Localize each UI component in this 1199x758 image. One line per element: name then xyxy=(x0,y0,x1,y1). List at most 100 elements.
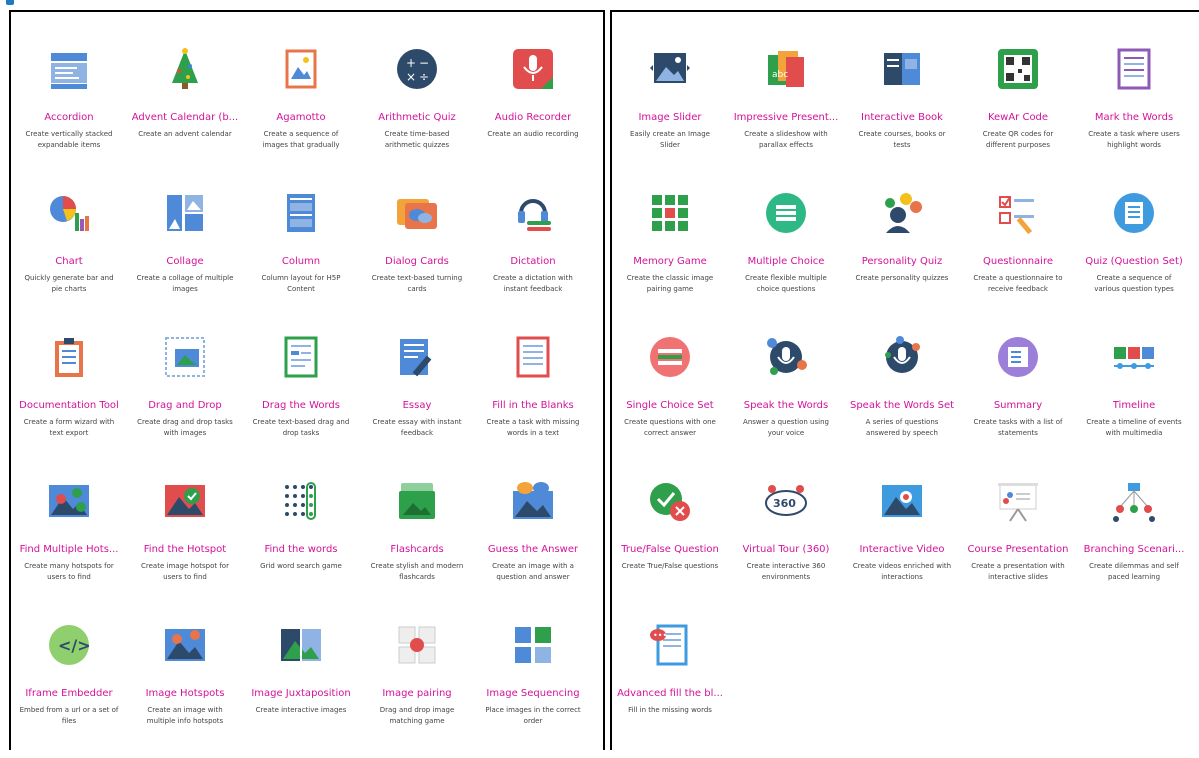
content-type-title[interactable]: Multiple Choice xyxy=(748,256,825,268)
content-type-title[interactable]: Speak the Words xyxy=(744,400,828,412)
content-type-description: Create text-based drag and drop tasks xyxy=(252,418,350,437)
content-type-tile[interactable]: Image Juxtaposition Create interactive im… xyxy=(243,614,359,758)
content-type-title[interactable]: Interactive Video xyxy=(859,544,944,556)
content-type-tile[interactable]: Agamotto Create a sequence of images that… xyxy=(243,38,359,182)
content-type-tile[interactable]: Memory Game Create the classic image pair… xyxy=(612,182,728,326)
content-type-tile[interactable]: Flashcards Create stylish and modern flas… xyxy=(359,470,475,614)
content-type-title[interactable]: Advent Calendar (b... xyxy=(132,112,238,124)
content-type-title[interactable]: Single Choice Set xyxy=(626,400,713,412)
content-type-tile[interactable]: Documentation Tool Create a form wizard w… xyxy=(11,326,127,470)
content-type-title[interactable]: Advanced fill the bl... xyxy=(617,688,723,700)
content-type-tile[interactable]: Accordion Create vertically stacked expan… xyxy=(11,38,127,182)
content-type-tile[interactable]: Find Multiple Hots... Create many hotspot… xyxy=(11,470,127,614)
content-type-title[interactable]: Guess the Answer xyxy=(488,544,578,556)
content-type-title[interactable]: KewAr Code xyxy=(988,112,1048,124)
content-type-title[interactable]: Drag and Drop xyxy=(148,400,222,412)
content-type-tile[interactable]: Column Column layout for H5P Content xyxy=(243,182,359,326)
content-type-tile[interactable]: KewAr Code Create QR codes for different … xyxy=(960,38,1076,182)
impressive-presentation-icon: abc xyxy=(761,44,811,94)
content-type-tile[interactable]: Personality Quiz Create personality quizz… xyxy=(844,182,960,326)
content-type-title[interactable]: Memory Game xyxy=(633,256,707,268)
content-type-tile[interactable]: Summary Create tasks with a list of state… xyxy=(960,326,1076,470)
content-type-tile[interactable]: Fill in the Blanks Create a task with mis… xyxy=(475,326,591,470)
content-type-description: Create a task where users highlight word… xyxy=(1088,130,1180,149)
content-type-title[interactable]: Image Hotspots xyxy=(146,688,225,700)
content-type-title[interactable]: Dialog Cards xyxy=(385,256,449,268)
speak-the-words-icon xyxy=(761,332,811,382)
content-type-description: Create QR codes for different purposes xyxy=(982,130,1054,149)
content-type-title[interactable]: Collage xyxy=(166,256,203,268)
content-type-tile[interactable]: Drag the Words Create text-based drag and… xyxy=(243,326,359,470)
content-type-title[interactable]: Speak the Words Set xyxy=(850,400,954,412)
content-type-tile[interactable]: Questionnaire Create a questionnaire to r… xyxy=(960,182,1076,326)
content-type-tile[interactable]: Image pairing Drag and drop image matchin… xyxy=(359,614,475,758)
content-type-tile[interactable]: Speak the Words Set A series of questions… xyxy=(844,326,960,470)
content-type-tile[interactable]: Dialog Cards Create text-based turning ca… xyxy=(359,182,475,326)
content-type-tile[interactable]: Speak the Words Answer a question using y… xyxy=(728,326,844,470)
content-type-title[interactable]: Image pairing xyxy=(382,688,451,700)
content-type-tile[interactable]: abc Impressive Present... Create a slidesh… xyxy=(728,38,844,182)
content-type-title[interactable]: Image Juxtaposition xyxy=(251,688,350,700)
content-type-tile[interactable]: Guess the Answer Create an image with a q… xyxy=(475,470,591,614)
content-type-title[interactable]: Course Presentation xyxy=(968,544,1069,556)
content-type-tile[interactable]: + − × ÷ Arithmetic Quiz Create time-based ari… xyxy=(359,38,475,182)
content-type-title[interactable]: Find the Hotspot xyxy=(144,544,226,556)
content-type-tile[interactable]: Interactive Book Create courses, books or… xyxy=(844,38,960,182)
content-type-title[interactable]: Fill in the Blanks xyxy=(492,400,574,412)
content-type-tile[interactable]: Image Hotspots Create an image with multi… xyxy=(127,614,243,758)
content-type-tile[interactable]: Course Presentation Create a presentation… xyxy=(960,470,1076,614)
content-type-tile[interactable]: Audio Recorder Create an audio recording xyxy=(475,38,591,182)
content-type-tile[interactable]: Mark the Words Create a task where users … xyxy=(1076,38,1192,182)
content-type-tile[interactable]: Drag and Drop Create drag and drop tasks … xyxy=(127,326,243,470)
content-type-title[interactable]: Flashcards xyxy=(390,544,443,556)
content-type-tile[interactable]: Multiple Choice Create flexible multiple … xyxy=(728,182,844,326)
content-type-title[interactable]: Documentation Tool xyxy=(19,400,119,412)
content-type-tile[interactable]: True/False Question Create True/False que… xyxy=(612,470,728,614)
content-type-title[interactable]: Personality Quiz xyxy=(862,256,943,268)
content-type-tile[interactable]: Interactive Video Create videos enriched … xyxy=(844,470,960,614)
content-type-title[interactable]: Arithmetic Quiz xyxy=(378,112,456,124)
content-type-title[interactable]: Essay xyxy=(403,400,432,412)
content-type-title[interactable]: Image Slider xyxy=(638,112,701,124)
content-type-tile[interactable]: Find the Hotspot Create image hotspot for… xyxy=(127,470,243,614)
content-type-title[interactable]: Audio Recorder xyxy=(495,112,571,124)
content-type-title[interactable]: Quiz (Question Set) xyxy=(1085,256,1183,268)
content-type-description: Create videos enriched with interactions xyxy=(852,562,952,581)
content-type-title[interactable]: Column xyxy=(282,256,320,268)
content-type-tile[interactable]: Branching Scenari... Create dilemmas and … xyxy=(1076,470,1192,614)
content-type-title[interactable]: Find the words xyxy=(264,544,337,556)
content-type-description: Create a collage of multiple images xyxy=(136,274,234,293)
content-type-tile[interactable]: Collage Create a collage of multiple imag… xyxy=(127,182,243,326)
content-type-title[interactable]: Summary xyxy=(994,400,1042,412)
content-type-tile[interactable]: </> Iframe Embedder Embed from a url or a … xyxy=(11,614,127,758)
content-type-tile[interactable]: Single Choice Set Create questions with o… xyxy=(612,326,728,470)
content-type-tile[interactable]: Image Sequencing Place images in the corr… xyxy=(475,614,591,758)
content-type-title[interactable]: Agamotto xyxy=(276,112,325,124)
content-type-title[interactable]: Impressive Present... xyxy=(734,112,839,124)
content-type-tile[interactable]: Timeline Create a timeline of events with… xyxy=(1076,326,1192,470)
content-type-tile[interactable]: Essay Create essay with instant feedback xyxy=(359,326,475,470)
content-type-tile[interactable]: 360 Virtual Tour (360) Create interactive … xyxy=(728,470,844,614)
content-type-tile[interactable]: ••• Advanced fill the bl... Fill in the mi… xyxy=(612,614,728,758)
content-type-tile[interactable]: Quiz (Question Set) Create a sequence of … xyxy=(1076,182,1192,326)
content-type-title[interactable]: Mark the Words xyxy=(1095,112,1173,124)
content-type-tile[interactable]: Find the words Grid word search game xyxy=(243,470,359,614)
content-type-tile[interactable]: Chart Quickly generate bar and pie charts xyxy=(11,182,127,326)
content-type-title[interactable]: Dictation xyxy=(510,256,555,268)
interactive-book-icon xyxy=(877,44,927,94)
content-type-title[interactable]: Image Sequencing xyxy=(486,688,579,700)
content-type-title[interactable]: Accordion xyxy=(44,112,93,124)
content-type-title[interactable]: Timeline xyxy=(1113,400,1156,412)
content-type-title[interactable]: True/False Question xyxy=(621,544,719,556)
content-type-tile[interactable]: Image Slider Easily create an Image Slide… xyxy=(612,38,728,182)
content-type-tile[interactable]: Advent Calendar (b... Create an advent ca… xyxy=(127,38,243,182)
content-type-title[interactable]: Find Multiple Hots... xyxy=(20,544,119,556)
content-type-tile[interactable]: Dictation Create a dictation with instant… xyxy=(475,182,591,326)
content-type-title[interactable]: Drag the Words xyxy=(262,400,340,412)
content-type-title[interactable]: Branching Scenari... xyxy=(1084,544,1185,556)
content-type-title[interactable]: Chart xyxy=(55,256,82,268)
content-type-title[interactable]: Virtual Tour (360) xyxy=(743,544,830,556)
content-type-title[interactable]: Interactive Book xyxy=(861,112,943,124)
content-type-title[interactable]: Questionnaire xyxy=(983,256,1053,268)
content-type-title[interactable]: Iframe Embedder xyxy=(25,688,112,700)
